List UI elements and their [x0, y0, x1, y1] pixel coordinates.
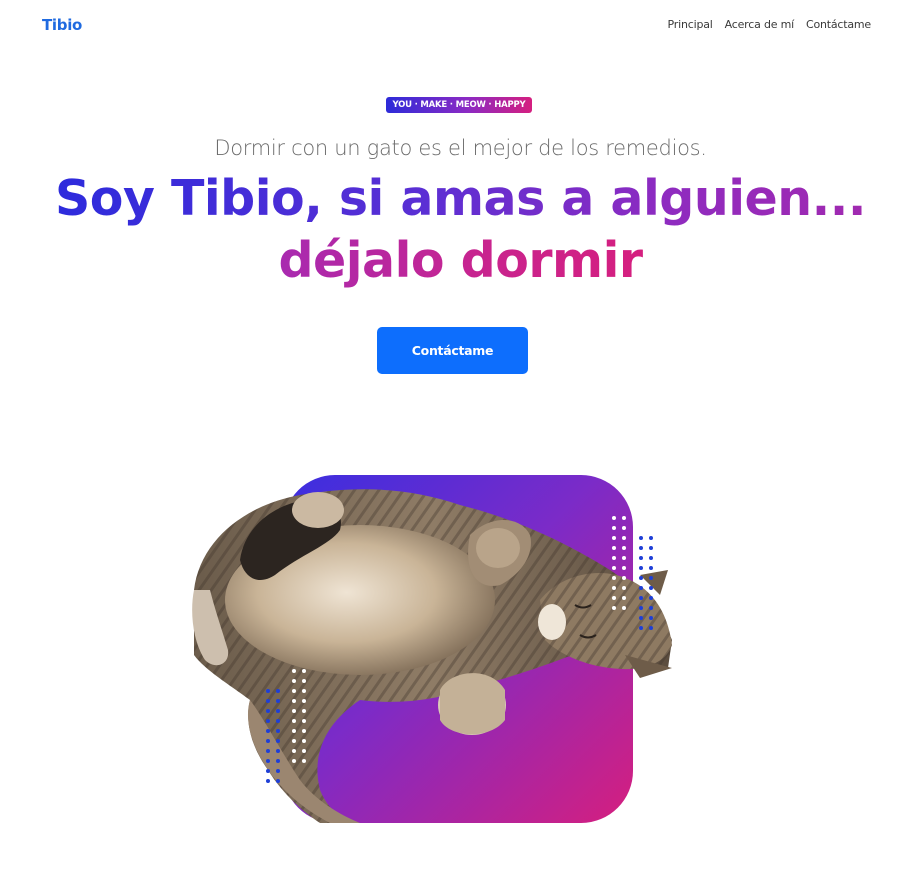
dot-pattern-white-right [612, 516, 626, 610]
nav-links: Principal Acerca de mí Contáctame [668, 18, 872, 31]
nav-link-principal[interactable]: Principal [668, 18, 713, 31]
headline-line-1: Soy Tibio, si amas a alguien... [55, 168, 867, 230]
cat-image [192, 475, 672, 823]
navbar: Tibio Principal Acerca de mí Contáctame [0, 0, 921, 52]
nav-link-acerca[interactable]: Acerca de mí [725, 18, 795, 31]
dot-pattern-blue-right [639, 536, 653, 630]
dot-pattern-white-left [292, 669, 306, 763]
brand-logo[interactable]: Tibio [42, 16, 82, 34]
tagline-badge: YOU · MAKE · MEOW · HAPPY [386, 97, 532, 113]
hero-illustration [0, 0, 921, 869]
contact-button[interactable]: Contáctame [377, 327, 528, 374]
gradient-backdrop [283, 475, 633, 823]
nav-link-contacto[interactable]: Contáctame [806, 18, 871, 31]
dot-pattern-blue-left [266, 689, 280, 783]
hero-subtitle: Dormir con un gato es el mejor de los re… [214, 136, 707, 160]
cat-illustration [192, 489, 672, 823]
headline-line-2: déjalo dormir [278, 230, 643, 292]
hero-headline: Soy Tibio, si amas a alguien... déjalo d… [0, 168, 921, 292]
